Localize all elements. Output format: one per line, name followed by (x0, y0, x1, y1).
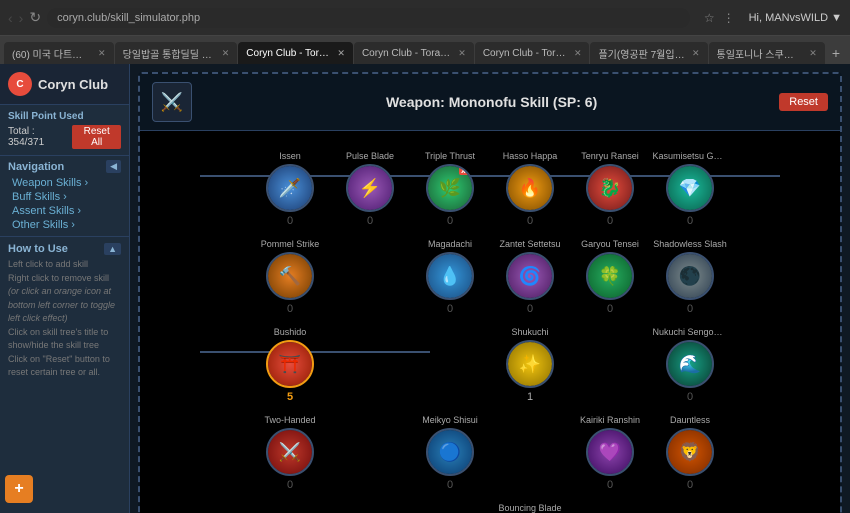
x3-badge: x3 (459, 166, 472, 175)
tab-2[interactable]: Coryn Club - Toram Online (... ✕ (238, 42, 353, 64)
how-to-text: Left click to add skill Right click to r… (8, 258, 121, 380)
tab-6[interactable]: 통일포니나 스쿠민산 - Google... ✕ (709, 42, 825, 64)
mononofu-header: ⚔️ Weapon: Mononofu Skill (SP: 6) Reset (140, 74, 840, 131)
how-to-section: How to Use ▲ Left click to add skill Rig… (0, 237, 129, 386)
skill-nukuchi-sengousen[interactable]: Nukuchi Sengousen 🌊 0 (650, 327, 730, 403)
tab-3-close[interactable]: ✕ (458, 48, 466, 59)
brand-logo: C (8, 72, 32, 96)
skill-shadowless-slash[interactable]: Shadowless Slash 🌑 0 (650, 239, 730, 315)
nav-collapse-btn[interactable]: ◀ (106, 160, 121, 173)
skill-tenryu-ransei[interactable]: Tenryu Ransei 🐉 0 (570, 151, 650, 227)
mononofu-title: Weapon: Mononofu Skill (SP: 6) (204, 94, 779, 110)
assent-skills-link[interactable]: Assent Skills › (8, 204, 121, 218)
sp-section: Skill Point Used Total : 354/371 Reset A… (0, 105, 129, 156)
settings-icon[interactable]: ⋮ (723, 11, 735, 25)
skill-pommel-strike[interactable]: Pommel Strike 🔨 0 (250, 239, 330, 315)
skill-kairiki-ranshin[interactable]: Kairiki Ranshin 💜 0 (570, 415, 650, 491)
nav-section: Navigation ◀ Weapon Skills › Buff Skills… (0, 156, 129, 237)
skill-pulse-blade[interactable]: Pulse Blade ⚡ 0 (330, 151, 410, 227)
mononofu-reset-btn[interactable]: Reset (779, 93, 828, 111)
skill-bushido[interactable]: Bushido ⛩️ 5 (250, 327, 330, 403)
user-info[interactable]: Hi, MANvsWILD ▼ (749, 12, 842, 24)
skill-two-handed[interactable]: Two-Handed ⚔️ 0 (250, 415, 330, 491)
mononofu-skill-tree: Issen 🗡️ 0 Pulse Blade ⚡ 0 (140, 131, 840, 513)
forward-btn[interactable]: › (19, 10, 24, 26)
how-to-collapse-btn[interactable]: ▲ (104, 243, 121, 255)
skill-triple-thrust[interactable]: Triple Thrust 🌿 x3 0 (410, 151, 490, 227)
tab-5[interactable]: 플기(영공판 7월입 도시) - 나시... ✕ (590, 42, 707, 64)
sp-total: Total : 354/371 (8, 126, 72, 148)
tab-6-close[interactable]: ✕ (809, 48, 817, 59)
skill-kasumisetsu[interactable]: Kasumisetsu Genriku 💎 0 (650, 151, 730, 227)
mononofu-weapon-icon: ⚔️ (152, 82, 192, 122)
browser-controls: ‹ › ↻ coryn.club/skill_simulator.php ☆ ⋮… (0, 0, 850, 36)
tab-4-close[interactable]: ✕ (574, 48, 582, 59)
tab-0[interactable]: (60) 미국 다트로이어 피아 T... ✕ (4, 42, 114, 64)
reset-all-btn[interactable]: Reset All (72, 125, 121, 149)
content-area: ⚔️ Weapon: Mononofu Skill (SP: 6) Reset … (130, 64, 850, 513)
sidebar: C Coryn Club Skill Point Used Total : 35… (0, 64, 130, 513)
sidebar-header: C Coryn Club (0, 64, 129, 105)
tab-bar: (60) 미국 다트로이어 피아 T... ✕ 당일밥골 통합딜딜 공제자법인 … (0, 36, 850, 64)
skill-issen[interactable]: Issen 🗡️ 0 (250, 151, 330, 227)
back-btn[interactable]: ‹ (8, 10, 13, 26)
brand-name: Coryn Club (38, 77, 108, 92)
mononofu-panel: ⚔️ Weapon: Mononofu Skill (SP: 6) Reset … (138, 72, 842, 513)
skill-meikyo-shisui[interactable]: Meikyo Shisui 🔵 0 (410, 415, 490, 491)
skill-magadachi[interactable]: Magadachi 💧 0 (410, 239, 490, 315)
tab-0-close[interactable]: ✕ (98, 48, 106, 59)
other-skills-link[interactable]: Other Skills › (8, 218, 121, 232)
skill-garyou-tensei[interactable]: Garyou Tensei 🍀 0 (570, 239, 650, 315)
notification-badge[interactable]: + (5, 475, 33, 503)
bookmark-icon[interactable]: ☆ (704, 11, 715, 25)
address-input[interactable]: coryn.club/skill_simulator.php (47, 8, 690, 28)
skill-shukuchi[interactable]: Shukuchi ✨ 1 (490, 327, 570, 403)
tab-2-close[interactable]: ✕ (337, 48, 345, 59)
skill-hasso-happa[interactable]: Hasso Happa 🔥 0 (490, 151, 570, 227)
tab-4[interactable]: Coryn Club - Toram Online (... ✕ (475, 42, 590, 64)
nav-title: Navigation (8, 161, 64, 173)
sp-section-title: Skill Point Used (8, 111, 121, 122)
refresh-btn[interactable]: ↻ (29, 9, 41, 26)
tab-5-close[interactable]: ✕ (692, 48, 700, 59)
skill-dauntless[interactable]: Dauntless 🦁 0 (650, 415, 730, 491)
skill-zantet-settetsu[interactable]: Zantet Settetsu 🌀 0 (490, 239, 570, 315)
tab-1-close[interactable]: ✕ (222, 48, 230, 59)
buff-skills-link[interactable]: Buff Skills › (8, 190, 121, 204)
weapon-skills-link[interactable]: Weapon Skills › (8, 176, 121, 190)
tab-1[interactable]: 당일밥골 통합딜딜 공제자법인 ✦... ✕ (115, 42, 238, 64)
skill-bouncing-blade[interactable]: Bouncing Blade 🌱 0 (490, 503, 570, 513)
how-to-title: How to Use (8, 243, 68, 255)
tab-3[interactable]: Coryn Club - Toram Online (O... ✕ (354, 42, 474, 64)
notification-icon: + (14, 480, 23, 498)
new-tab-btn[interactable]: + (826, 42, 846, 64)
